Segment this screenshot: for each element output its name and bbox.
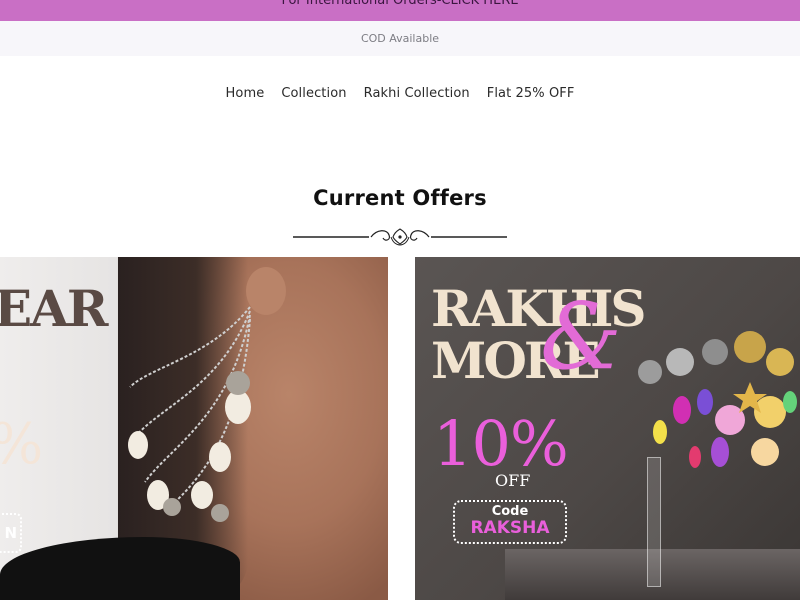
offer-card-rakhis[interactable]: RAKHIS MORE & 10% OFF Code RAKSHA <box>415 257 800 600</box>
nav-collection[interactable]: Collection <box>281 86 346 101</box>
earring-chain-image <box>128 306 251 522</box>
discount-off-label: OFF <box>495 471 531 490</box>
section-title: Current Offers <box>313 186 487 210</box>
offer-card-earrings[interactable]: EAR % N <box>0 257 388 600</box>
ampersand-decoration: & <box>540 283 622 390</box>
coupon-code-value: RAKSHA <box>470 518 550 538</box>
nav-rakhi-collection[interactable]: Rakhi Collection <box>364 86 470 101</box>
rakhi-display-image <box>638 331 797 468</box>
coupon-code-badge: Code RAKSHA <box>453 500 567 544</box>
announcement-text[interactable]: For International Orders-CLICK HERE <box>0 0 800 8</box>
offer-card-percent: % <box>0 412 43 477</box>
cod-text: COD Available <box>360 32 440 45</box>
offer-card-headline: EAR <box>0 279 108 338</box>
ornament-divider <box>293 228 507 246</box>
main-nav: Home Collection Rakhi Collection Flat 25… <box>0 86 800 101</box>
nav-home[interactable]: Home <box>226 86 265 101</box>
offer-card-badge: N <box>0 513 22 553</box>
cod-bar: COD Available <box>0 21 800 56</box>
coupon-code-label: Code <box>491 504 529 519</box>
announcement-bar[interactable]: For International Orders-CLICK HERE <box>0 0 800 21</box>
discount-percent: 10% <box>433 407 569 480</box>
model-top-image <box>0 537 240 600</box>
nav-flat-25-off[interactable]: Flat 25% OFF <box>487 86 575 101</box>
